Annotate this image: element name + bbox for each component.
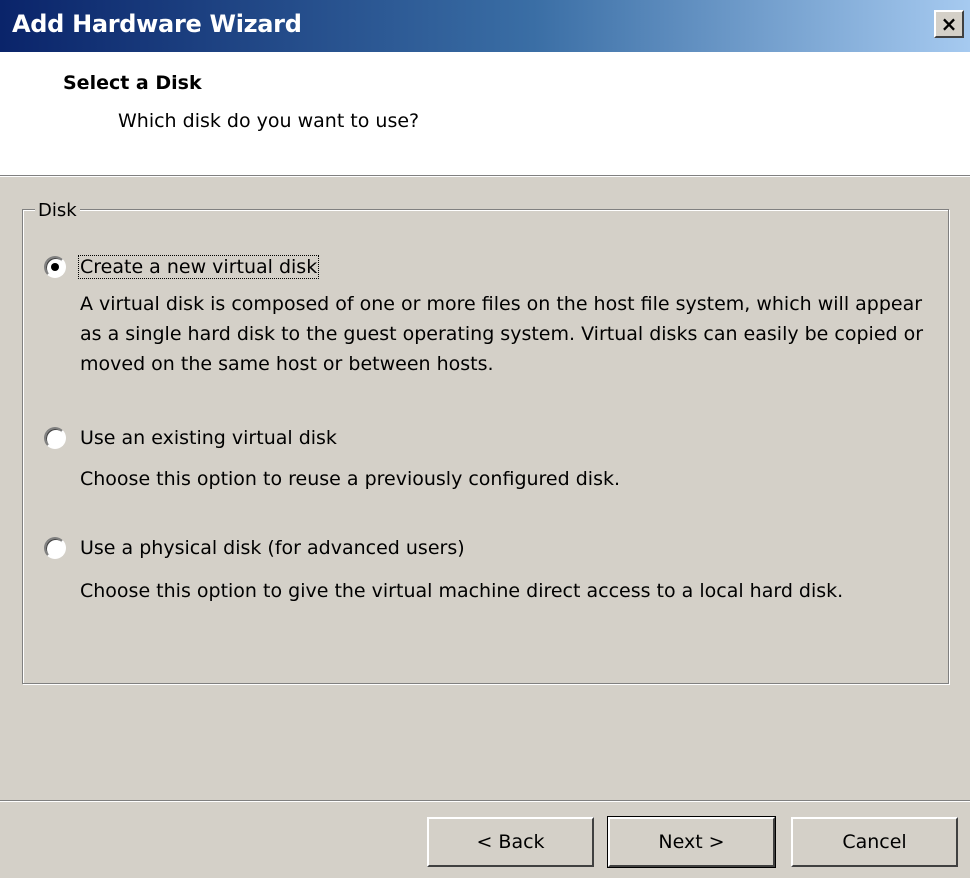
disk-group-label: Disk xyxy=(35,200,80,221)
wizard-header: Select a Disk Which disk do you want to … xyxy=(0,52,970,176)
next-button[interactable]: Next > xyxy=(607,816,776,868)
option-label-create-new[interactable]: Create a new virtual disk xyxy=(77,255,320,279)
title-bar: Add Hardware Wizard × xyxy=(0,0,970,52)
option-description-use-existing: Choose this option to reuse a previously… xyxy=(80,468,621,490)
header-divider xyxy=(0,176,970,177)
radio-create-new-virtual-disk[interactable] xyxy=(44,256,66,278)
close-button[interactable]: × xyxy=(934,10,964,38)
cancel-button[interactable]: Cancel xyxy=(791,817,958,867)
button-area-divider xyxy=(0,800,970,802)
option-description-use-physical: Choose this option to give the virtual m… xyxy=(80,580,844,602)
close-icon: × xyxy=(940,12,958,36)
page-title: Select a Disk xyxy=(63,72,202,94)
option-label-use-physical[interactable]: Use a physical disk (for advanced users) xyxy=(79,537,466,559)
radio-use-existing-virtual-disk[interactable] xyxy=(44,427,66,449)
radio-use-physical-disk[interactable] xyxy=(44,537,66,559)
option-description-create-new: A virtual disk is composed of one or mor… xyxy=(80,293,924,375)
radio-selected-dot xyxy=(51,263,59,271)
option-use-existing-virtual-disk[interactable]: Use an existing virtual disk xyxy=(44,427,338,449)
add-hardware-wizard-window: Add Hardware Wizard × Select a Disk Whic… xyxy=(0,0,970,878)
option-create-new-virtual-disk[interactable]: Create a new virtual disk xyxy=(44,255,320,279)
window-title: Add Hardware Wizard xyxy=(12,10,302,38)
back-button[interactable]: < Back xyxy=(427,817,594,867)
option-use-physical-disk[interactable]: Use a physical disk (for advanced users) xyxy=(44,537,466,559)
option-label-use-existing[interactable]: Use an existing virtual disk xyxy=(79,427,338,449)
page-subtitle: Which disk do you want to use? xyxy=(118,110,420,132)
